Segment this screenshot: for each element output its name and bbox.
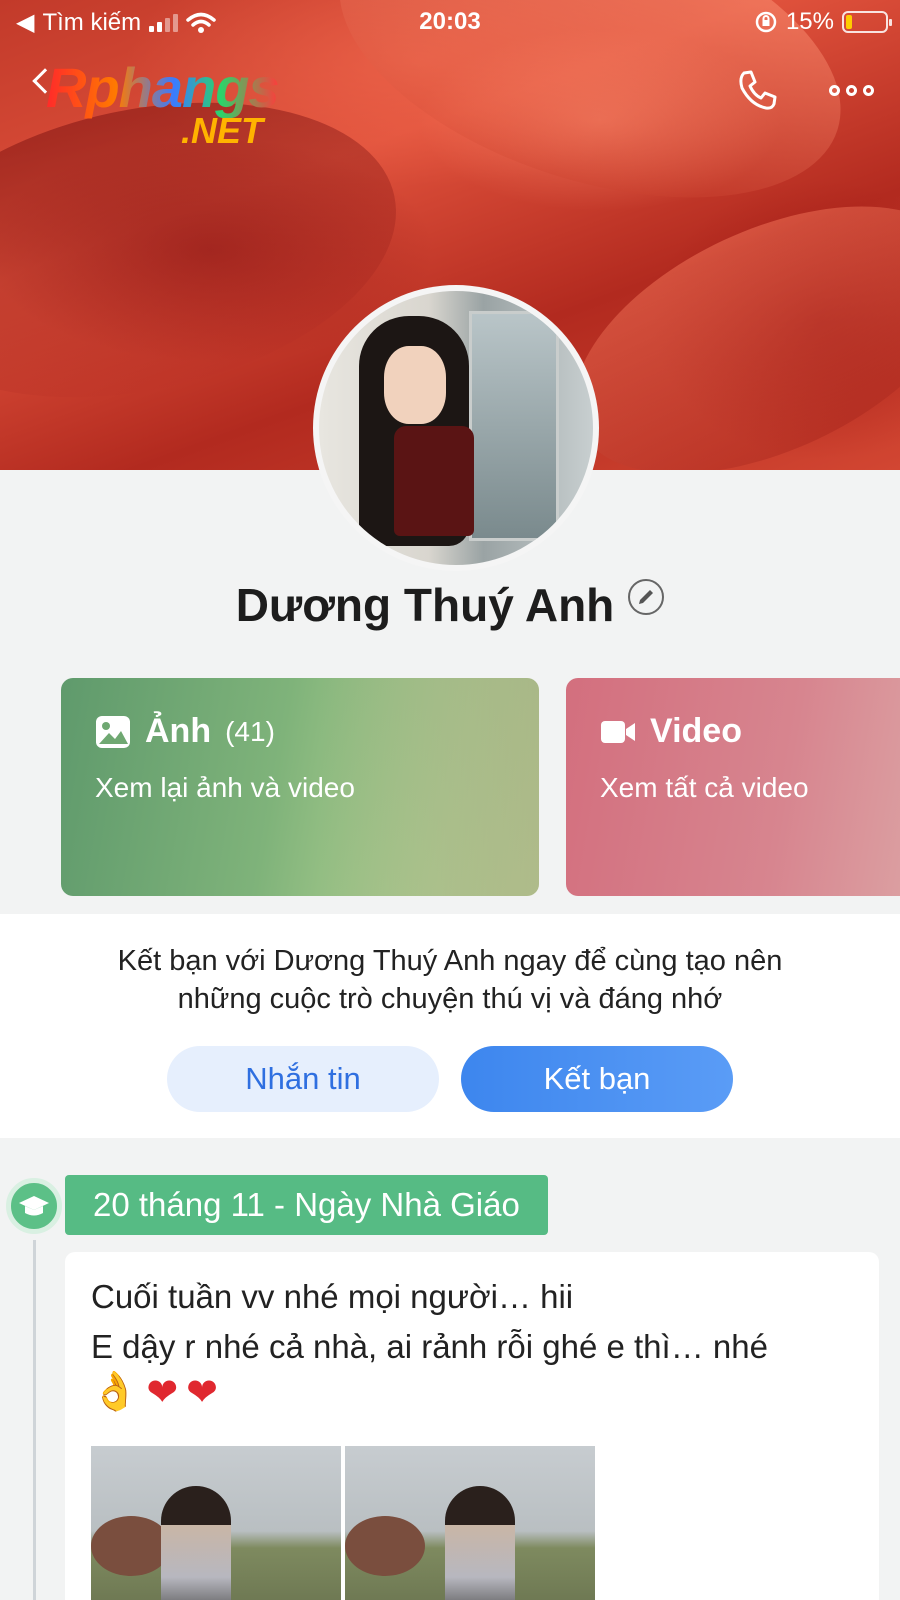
- timeline-line: [33, 1240, 36, 1600]
- post-photo[interactable]: [345, 1446, 595, 1600]
- videos-card[interactable]: Video Xem tất cả video: [566, 678, 900, 896]
- edit-name-button[interactable]: [628, 579, 665, 615]
- ok-hand-emoji: 👌: [91, 1371, 139, 1413]
- photos-card-title: Ảnh (41): [95, 712, 275, 751]
- battery-icon: [842, 11, 892, 33]
- videos-subtitle: Xem tất cả video: [600, 772, 809, 803]
- call-button[interactable]: [732, 68, 782, 112]
- status-bar-right: 15%: [754, 8, 892, 36]
- post-text: Cuối tuần vv nhé mọi người… hii E dậy r …: [91, 1272, 871, 1372]
- friend-prompt-line1: Kết bạn với Dương Thuý Anh ngay để cùng …: [117, 945, 783, 977]
- graduation-cap-icon: [19, 1196, 49, 1216]
- photos-subtitle: Xem lại ảnh và video: [95, 772, 355, 803]
- photos-card[interactable]: Ảnh (41) Xem lại ảnh và video: [61, 678, 539, 896]
- pencil-icon: [639, 590, 654, 604]
- heart-emoji: ❤: [186, 1372, 219, 1414]
- timeline-post[interactable]: Cuối tuần vv nhé mọi người… hii E dậy r …: [65, 1252, 879, 1600]
- avatar-photo: [319, 291, 593, 565]
- post-photo[interactable]: [91, 1446, 341, 1600]
- rotation-lock-icon: [755, 11, 777, 33]
- battery-percent: 15%: [785, 8, 834, 35]
- friend-prompt-text: Kết bạn với Dương Thuý Anh ngay để cùng …: [40, 942, 860, 1018]
- more-icon: [828, 84, 874, 96]
- timeline-event-badge: [6, 1178, 62, 1234]
- heart-emoji: ❤: [146, 1372, 179, 1414]
- videos-card-title: Video: [600, 712, 742, 751]
- video-camera-icon: [601, 720, 635, 743]
- post-emojis: 👌 ❤ ❤: [91, 1370, 218, 1415]
- videos-label: Video: [650, 712, 742, 750]
- friend-prompt-panel: Kết bạn với Dương Thuý Anh ngay để cùng …: [0, 914, 900, 1138]
- post-line2: E dậy r nhé cả nhà, ai rảnh rỗi ghé e th…: [91, 1328, 768, 1365]
- phone-icon: [739, 70, 777, 110]
- photos-label: Ảnh: [145, 712, 212, 750]
- message-button[interactable]: Nhắn tin: [167, 1046, 439, 1112]
- profile-avatar[interactable]: [313, 285, 599, 571]
- watermark-logo: Rphangs .NET: [36, 55, 326, 155]
- photos-count: (41): [225, 715, 275, 747]
- profile-name: Dương Thuý Anh: [235, 579, 615, 631]
- status-bar: ◀ Tìm kiếm 20:03 15%: [0, 0, 900, 44]
- friend-prompt-line2: những cuộc trò chuyện thú vị và đáng nhớ: [177, 983, 723, 1015]
- add-friend-button[interactable]: Kết bạn: [461, 1046, 733, 1112]
- watermark-sub: .NET: [181, 110, 264, 151]
- profile-name-row: Dương Thuý Anh: [0, 578, 900, 632]
- image-icon: [96, 715, 130, 748]
- more-button[interactable]: [826, 68, 876, 112]
- post-line1: Cuối tuần vv nhé mọi người… hii: [91, 1278, 574, 1315]
- event-chip[interactable]: 20 tháng 11 - Ngày Nhà Giáo: [65, 1175, 548, 1235]
- post-photos: [91, 1446, 595, 1600]
